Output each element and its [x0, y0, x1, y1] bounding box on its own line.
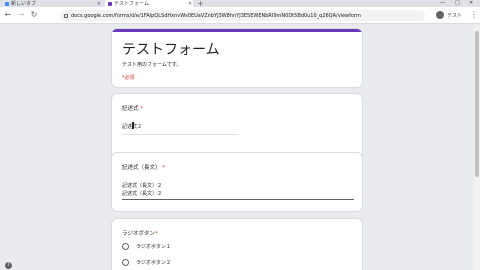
- accent-bar: [112, 29, 362, 32]
- more-vert-icon[interactable]: ⋮: [470, 10, 478, 19]
- maximize-button[interactable]: □: [455, 0, 460, 6]
- question-card-radio: ラジオボタン* ラジオボタン１ ラジオボタン２: [111, 218, 363, 270]
- minimize-button[interactable]: —: [440, 0, 445, 6]
- question-title: 記述式 *: [122, 106, 144, 112]
- radio-label: ラジオボタン１: [136, 244, 171, 250]
- text-cursor: [132, 122, 134, 129]
- url-text: docs.google.com/forms/d/e/1FAIpQLSdHxnvW…: [71, 12, 361, 19]
- radio-button[interactable]: [122, 259, 129, 266]
- question-title: 記述式（長文） *: [122, 165, 166, 171]
- tab-label: 新しいタブ: [11, 1, 37, 7]
- paragraph-answer-line[interactable]: 記述式（長文）２: [122, 183, 162, 190]
- scrollbar-thumb[interactable]: [475, 31, 479, 177]
- help-icon[interactable]: ?: [5, 262, 12, 269]
- avatar[interactable]: [436, 11, 444, 19]
- forms-favicon-icon: [108, 1, 112, 6]
- radio-option-1[interactable]: ラジオボタン１: [122, 243, 171, 250]
- reload-icon[interactable]: ↻: [29, 10, 39, 20]
- tab-strip: 新しいタブ ✕ テストフォーム ✕ + — □ ✕: [0, 0, 480, 8]
- form-description: テスト用のフォームです。: [122, 62, 182, 68]
- profile-name: テスト: [447, 13, 463, 19]
- close-tab-icon[interactable]: ✕: [187, 1, 193, 7]
- lock-icon: [64, 13, 68, 18]
- back-arrow-icon[interactable]: ←: [3, 10, 13, 20]
- tab-test-form[interactable]: テストフォーム ✕: [105, 0, 193, 7]
- question-card-paragraph: 記述式（長文） * 記述式（長文）２ 記述式（長文）２: [111, 152, 363, 212]
- page-title: テストフォーム: [122, 42, 220, 58]
- form-page: テストフォーム テスト用のフォームです。 *必須 記述式 * 記述式２ 記述式（…: [0, 25, 474, 270]
- close-window-button[interactable]: ✕: [469, 0, 473, 6]
- tab-label: テストフォーム: [114, 1, 149, 7]
- close-tab-icon[interactable]: ✕: [96, 1, 102, 7]
- question-title: ラジオボタン*: [122, 231, 158, 237]
- input-underline: [122, 134, 238, 135]
- radio-option-2[interactable]: ラジオボタン２: [122, 259, 171, 266]
- address-bar[interactable]: docs.google.com/forms/d/e/1FAIpQLSdHxnvW…: [60, 10, 425, 21]
- input-underline: [122, 199, 354, 200]
- browser-toolbar: ← → ↻ docs.google.com/forms/d/e/1FAIpQLS…: [0, 7, 480, 24]
- radio-button[interactable]: [122, 243, 129, 250]
- form-header-card: テストフォーム テスト用のフォームです。 *必須: [111, 28, 363, 88]
- forward-arrow-icon[interactable]: →: [16, 10, 26, 20]
- page-scrollbar[interactable]: [474, 25, 480, 270]
- radio-label: ラジオボタン２: [136, 260, 171, 266]
- required-note: *必須: [122, 75, 135, 81]
- paragraph-answer-line[interactable]: 記述式（長文）２: [122, 191, 162, 198]
- tab-new-tab[interactable]: 新しいタブ ✕: [2, 0, 102, 7]
- new-tab-favicon-icon: [5, 1, 9, 6]
